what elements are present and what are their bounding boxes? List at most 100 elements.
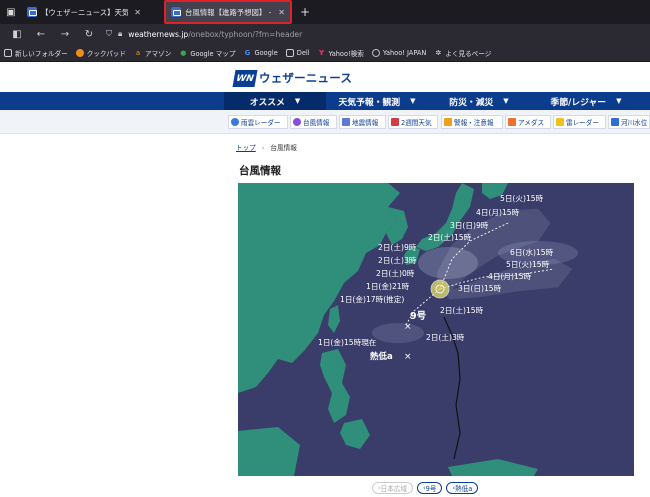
chip-label: 日本広域 xyxy=(380,485,408,493)
map-label: 2日(土)3時 xyxy=(426,332,465,342)
yahoo-icon: Y xyxy=(319,48,325,57)
site-favicon-icon xyxy=(27,7,37,17)
bookmark-yahoo-japan[interactable]: Yahoo! JAPAN xyxy=(371,48,427,57)
main-navigation: オススメ ▼ 天気予報・観測 ▼ 防災・減災 ▼ 季節/レジャー ▼ xyxy=(0,92,650,110)
typhoon-track-map[interactable]: × × 5日(火)15時 4日(月)15時 3日(日)9時 2日(土)15時 2… xyxy=(238,183,634,476)
web-page: WN ウェザーニュース オススメ ▼ 天気予報・観測 ▼ 防災・減災 ▼ 季節/レジャ… xyxy=(0,62,650,497)
reload-icon[interactable]: ↻ xyxy=(82,29,96,40)
subnav-river[interactable]: 河川水位 xyxy=(608,115,650,129)
url-host: weathernews.jp xyxy=(128,29,189,39)
subnav-earthquake[interactable]: 地震情報 xyxy=(339,115,386,129)
map-label: 4日(月)15時 xyxy=(488,272,532,281)
earthquake-icon xyxy=(342,118,350,126)
bookmark-most-visited[interactable]: ✲ よく見るページ xyxy=(434,48,491,58)
subnav-label: 台風情報 xyxy=(303,119,330,127)
bookmark-amazon[interactable]: a アマゾン xyxy=(134,48,172,58)
logo-text: ウェザーニュース xyxy=(259,71,353,85)
nav-disaster[interactable]: 防災・減災 ▼ xyxy=(428,92,530,110)
cloud-patch xyxy=(372,323,424,343)
breadcrumb-current: 台風情報 xyxy=(270,144,297,152)
map-label: 4日(月)15時 xyxy=(476,208,520,217)
nav-label: オススメ xyxy=(249,97,285,108)
browser-tab-active[interactable]: 台風情報【進路予想図】 - ウェザ ✕ xyxy=(164,0,292,24)
lock-icon: 🔒︎ xyxy=(118,29,123,38)
map-label: 2日(土)9時 xyxy=(378,242,417,252)
chip-low-a[interactable]: ‹ 熱低a xyxy=(446,482,479,494)
subnav-warnings[interactable]: 警報・注意報 xyxy=(441,115,503,129)
bookmark-yahoo-search[interactable]: Y Yahoo!検索 xyxy=(318,48,364,58)
globe-icon xyxy=(371,48,380,57)
sidebar-toggle-icon[interactable]: ◧ xyxy=(10,29,24,40)
bookmark-label: Google マップ xyxy=(190,49,236,58)
map-label: 5日(火)15時 xyxy=(506,260,550,269)
chip-label: 熱低a xyxy=(455,485,473,493)
subnav-label: 雷レーダー xyxy=(566,119,599,127)
nav-forecast[interactable]: 天気予報・観測 ▼ xyxy=(326,92,428,110)
page-title: 台風情報 xyxy=(239,165,281,177)
storm-circle xyxy=(430,279,450,299)
tab-title: 【ウェザーニュース】天気 - 台風 - 地震 xyxy=(41,7,129,17)
subnav-label: アメダス xyxy=(518,119,545,127)
chip-label: 9号 xyxy=(425,485,437,493)
land-borneo xyxy=(238,427,300,476)
land-mindanao xyxy=(340,419,370,449)
gear-icon: ✲ xyxy=(435,48,442,57)
calendar-icon xyxy=(391,118,399,126)
bookmark-label: よく見るページ xyxy=(445,49,492,58)
forward-arrow-icon[interactable]: → xyxy=(58,29,72,40)
typhoon-name-label: 9号 xyxy=(410,311,427,322)
nav-recommended[interactable]: オススメ ▼ xyxy=(224,92,326,110)
lightning-icon xyxy=(556,118,564,126)
chevron-down-icon: ▼ xyxy=(294,97,301,105)
close-tab-icon[interactable]: ✕ xyxy=(134,8,141,17)
subnav-two-week[interactable]: 2週間天気 xyxy=(388,115,438,129)
chip-typhoon-9[interactable]: ‹ 9号 xyxy=(417,482,443,494)
bookmark-new-folder[interactable]: 新しいフォルダー xyxy=(4,48,68,58)
url-path: /onebox/typhoon/?fm=header xyxy=(188,29,303,39)
site-favicon-icon xyxy=(171,7,181,17)
new-tab-icon[interactable]: + xyxy=(300,5,310,19)
bookmark-dell[interactable]: Dell xyxy=(285,48,310,57)
subnav-amedas[interactable]: アメダス xyxy=(505,115,551,129)
map-label: 3日(日)15時 xyxy=(458,284,502,293)
bookmark-label: 新しいフォルダー xyxy=(15,49,68,58)
nav-label: 季節/レジャー xyxy=(550,97,607,108)
breadcrumb: トップ › 台風情報 xyxy=(236,142,297,152)
typhoon-map-svg: × × 5日(火)15時 4日(月)15時 3日(日)9時 2日(土)15時 2… xyxy=(238,183,578,476)
breadcrumb-home-link[interactable]: トップ xyxy=(236,144,256,152)
warning-icon xyxy=(444,118,452,126)
folder-icon xyxy=(285,48,294,57)
chevron-down-icon: ▼ xyxy=(616,97,622,105)
back-arrow-icon[interactable]: ← xyxy=(34,29,48,40)
subnav-rain-radar[interactable]: 雨雲レーダー xyxy=(228,115,288,129)
map-label: 6日(水)15時 xyxy=(510,247,554,257)
shield-icon: ⛉ xyxy=(106,29,112,38)
river-icon xyxy=(611,118,619,126)
radar-icon xyxy=(231,118,239,126)
logo-mark: WN xyxy=(232,69,258,87)
bookmark-google[interactable]: G Google xyxy=(244,49,278,57)
typhoon-center-mark: × xyxy=(404,322,412,332)
breadcrumb-separator: › xyxy=(261,144,265,152)
folder-icon xyxy=(4,48,12,57)
map-label: 2日(土)3時 xyxy=(378,255,417,265)
map-selector-chips: ‹ 日本広域 ‹ 9号 ‹ 熱低a xyxy=(372,482,479,494)
tab-list-icon[interactable]: ▣ xyxy=(0,0,22,24)
chip-japan-wide[interactable]: ‹ 日本広域 xyxy=(372,482,414,494)
bookmark-cookpad[interactable]: クックパッド xyxy=(75,48,126,58)
bookmark-google-maps[interactable]: ● Google マップ xyxy=(179,48,235,58)
land-new-guinea xyxy=(448,459,538,476)
browser-tab[interactable]: 【ウェザーニュース】天気 - 台風 - 地震 ✕ xyxy=(22,1,146,23)
bookmark-label: Yahoo! JAPAN xyxy=(382,48,427,57)
subnav-typhoon[interactable]: 台風情報 xyxy=(290,115,337,129)
close-tab-icon[interactable]: ✕ xyxy=(278,8,285,17)
site-logo[interactable]: WN ウェザーニュース xyxy=(232,69,353,87)
low-center-mark: × xyxy=(404,352,412,362)
map-pin-icon: ● xyxy=(180,48,187,57)
subnav-label: 警報・注意報 xyxy=(454,119,494,127)
subnav-lightning[interactable]: 雷レーダー xyxy=(553,115,606,129)
nav-season[interactable]: 季節/レジャー ▼ xyxy=(530,92,642,110)
subnav-label: 2週間天気 xyxy=(401,119,432,127)
map-label: 1日(金)15時現在 xyxy=(318,337,377,347)
address-bar[interactable]: ⛉ 🔒︎ weathernews.jp /onebox/typhoon/?fm=… xyxy=(106,29,302,39)
